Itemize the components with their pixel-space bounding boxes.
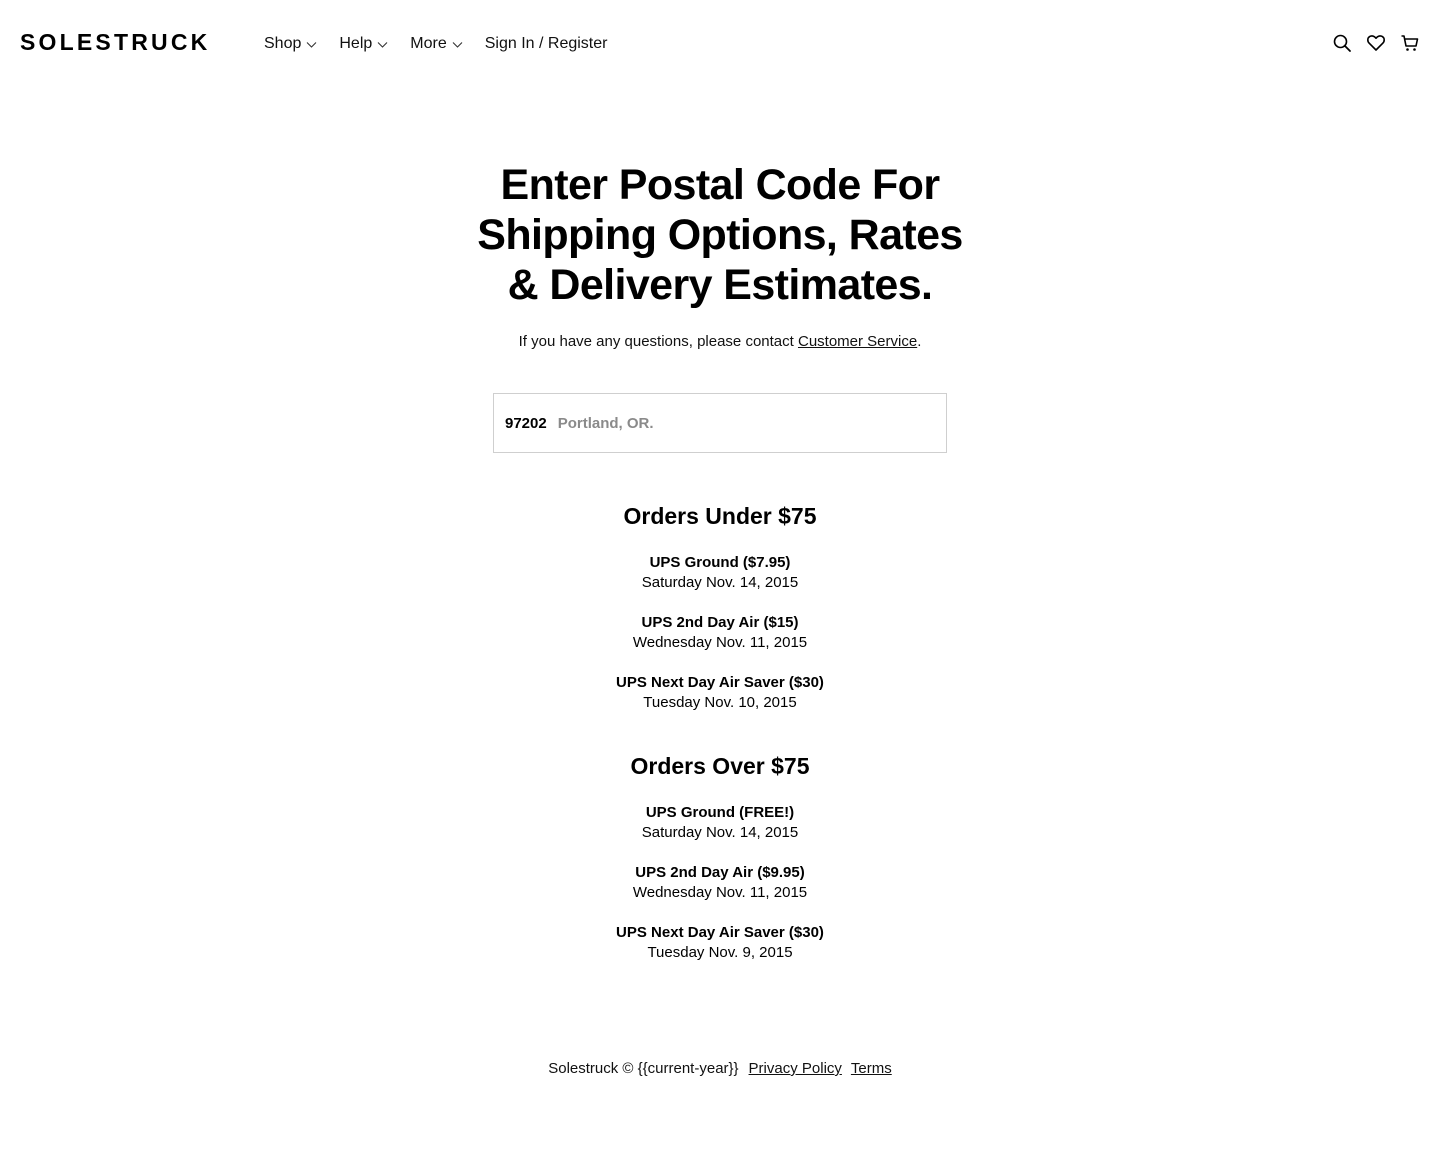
nav-more-label: More: [410, 35, 447, 52]
orders-over-title: Orders Over $75: [630, 753, 810, 779]
shipping-option-date: Tuesday Nov. 10, 2015: [643, 694, 797, 711]
heart-icon[interactable]: [1366, 33, 1386, 53]
customer-service-link[interactable]: Customer Service: [798, 333, 917, 350]
main-nav: Shop Help More Sign In / Register: [264, 35, 607, 53]
orders-under-title: Orders Under $75: [623, 503, 817, 529]
postal-city-hint: Portland, OR.: [557, 414, 654, 432]
nav-help[interactable]: Help: [339, 35, 388, 53]
nav-shop-label: Shop: [264, 35, 302, 52]
nav-more[interactable]: More: [410, 35, 463, 53]
header-icons: [1318, 33, 1420, 53]
page-title-line-3: & Delivery Estimates.: [507, 261, 933, 309]
shipping-option: UPS Next Day Air Saver ($30) Tuesday Nov…: [420, 673, 1020, 713]
shipping-option-name: UPS Next Day Air Saver ($30): [616, 674, 824, 691]
shipping-option-name: UPS Ground ($7.95): [649, 554, 791, 571]
shipping-option-date: Wednesday Nov. 11, 2015: [632, 884, 808, 901]
privacy-policy-link[interactable]: Privacy Policy: [749, 1060, 842, 1077]
contact-note: If you have any questions, please contac…: [420, 333, 1020, 350]
nav-shop[interactable]: Shop: [264, 35, 317, 53]
search-icon[interactable]: [1332, 33, 1352, 53]
nav-help-label: Help: [339, 35, 373, 52]
shipping-option-date: Tuesday Nov. 9, 2015: [647, 944, 793, 961]
shipping-option-date: Saturday Nov. 14, 2015: [641, 824, 799, 841]
cart-icon[interactable]: [1400, 33, 1420, 53]
shipping-option-name: UPS 2nd Day Air ($15): [641, 614, 799, 631]
logo[interactable]: SOLESTRUCK: [20, 29, 210, 56]
copyright: Solestruck © {{current-year}}: [548, 1060, 739, 1077]
shipping-option-name: UPS 2nd Day Air ($9.95): [635, 864, 805, 881]
contact-note-end: .: [917, 333, 922, 350]
shipping-option-name: UPS Next Day Air Saver ($30): [616, 924, 824, 941]
nav-sign-in-register[interactable]: Sign In / Register: [485, 35, 608, 53]
site-header: SOLESTRUCK Shop Help More Sign In / Regi…: [0, 0, 1440, 88]
shipping-option: UPS 2nd Day Air ($15) Wednesday Nov. 11,…: [420, 613, 1020, 653]
page-title-line-1: Enter Postal Code For: [500, 161, 941, 209]
shipping-option: UPS Ground (FREE!) Saturday Nov. 14, 201…: [420, 803, 1020, 843]
chevron-down-icon: [306, 39, 317, 50]
contact-note-text: If you have any questions, please contac…: [518, 333, 798, 350]
page-title: Enter Postal Code For Shipping Options, …: [420, 160, 1020, 310]
site-footer: Solestruck © {{current-year}} Privacy Pol…: [420, 1060, 1020, 1077]
shipping-option: UPS 2nd Day Air ($9.95) Wednesday Nov. 1…: [420, 863, 1020, 903]
page: SOLESTRUCK Shop Help More Sign In / Regi…: [0, 0, 1440, 1155]
terms-link[interactable]: Terms: [851, 1060, 892, 1077]
page-title-line-2: Shipping Options, Rates: [477, 211, 963, 259]
shipping-option-date: Wednesday Nov. 11, 2015: [632, 634, 808, 651]
shipping-option-date: Saturday Nov. 14, 2015: [641, 574, 799, 591]
shipping-option-name: UPS Ground (FREE!): [645, 804, 795, 821]
shipping-option: UPS Ground ($7.95) Saturday Nov. 14, 201…: [420, 553, 1020, 593]
postal-code-value: 97202: [505, 414, 547, 432]
shipping-option: UPS Next Day Air Saver ($30) Tuesday Nov…: [420, 923, 1020, 963]
chevron-down-icon: [377, 39, 388, 50]
chevron-down-icon: [452, 39, 463, 50]
postal-code-input[interactable]: 97202 Portland, OR.: [493, 393, 947, 453]
